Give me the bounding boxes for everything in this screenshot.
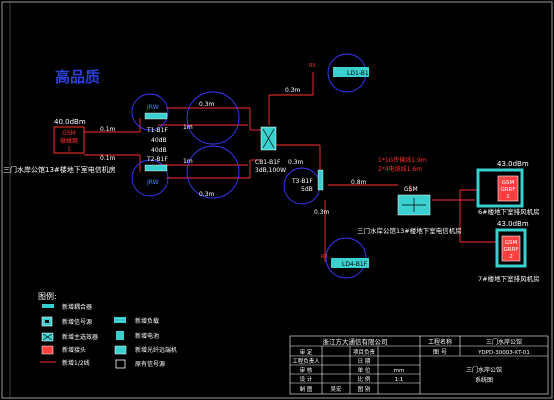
cable-top: 0.3m	[199, 101, 215, 108]
cable-a: 0.1m	[100, 126, 116, 133]
legend-item-combiner: 新增主选效器	[62, 333, 98, 341]
tb-r3c3: 单 位	[358, 366, 371, 374]
coupler-t1-db2: 40dB	[151, 147, 167, 154]
legend-coupler-icon	[42, 304, 54, 308]
splitter-t3	[317, 169, 324, 191]
combiner-cable-up: 0.3m	[285, 87, 301, 94]
coupler-t2-label: T2-B1F	[146, 156, 168, 163]
unit2-room: 7#楼地下室排风机房	[478, 274, 540, 283]
unit1-power: 43.0dBm	[497, 160, 529, 168]
legend-item-connector: 新增接头	[62, 346, 86, 354]
antenna-ld1-label: LD1-B1F	[347, 70, 373, 77]
combiner-sub: 3dB,100W	[255, 167, 286, 174]
tb-r5c2: 吴宏	[330, 385, 342, 393]
t3-label: T3-B1F	[291, 178, 313, 185]
repeater-label: GSM	[404, 186, 418, 193]
combiner-cable-down: 0.3m	[288, 159, 304, 166]
legend-pole-icon	[114, 345, 127, 355]
unit2-l3: 2	[509, 254, 513, 260]
coupler-t2	[144, 164, 168, 172]
unit2-power: 43.0dBm	[497, 220, 529, 228]
legend-item-existing: 原有信号源	[135, 360, 165, 368]
unit1-l1: GSM	[502, 180, 515, 186]
coupler-t1-label: T1-B1F	[146, 127, 168, 134]
t3-cable-right: 0.8m	[351, 179, 367, 186]
tb-r1c3: 项目负责	[353, 348, 376, 356]
unit2-l2: GRRF	[503, 247, 518, 253]
source-unit-3: 1	[67, 146, 71, 153]
unit2-l1: GSM	[505, 240, 518, 246]
legend-existing-icon	[115, 359, 126, 369]
right-unit-2: 43.0dBm GSM GRRF 2 7#楼地下室排风机房	[478, 220, 540, 283]
tb-r3c1: 审 核	[300, 366, 313, 374]
cable-bottom: 0.3m	[199, 191, 215, 198]
len-1m-b: 1m	[183, 158, 193, 165]
legend-title: 图例:	[38, 291, 57, 301]
tb-drawing-title-1: 三门水岸公馆	[466, 366, 502, 374]
t3-sub: 5dB	[301, 186, 313, 193]
tb-r4c3: 比 例	[358, 375, 371, 383]
legend-load-icon	[114, 317, 126, 323]
legend-item-load: 新增负载	[135, 317, 159, 325]
tb-r5c1: 制 图	[300, 385, 313, 393]
source-room-label: 三门水岸公馆13#楼地下室电信机房	[3, 165, 116, 174]
coupler-t1-db1: 40dB	[151, 137, 167, 144]
tb-drawing-no: YDPD-30003-XT-01	[477, 350, 530, 356]
legend-item-pole: 新增光纤远端机	[135, 346, 177, 354]
t3-cable-down: 0.3m	[314, 209, 330, 216]
legend-item-coupler: 新增耦合器	[62, 303, 92, 311]
legend: 图例: 新增耦合器 新增信号源 新增主选效器 新增接头 新增1/2线 新增负载 …	[38, 291, 177, 369]
page-title: 高品质	[55, 68, 100, 86]
repeater-room: 三门水岸公馆13#楼地下室电信机房	[357, 226, 462, 235]
tb-r5c3: 图 别	[358, 385, 371, 393]
tb-drawing-title-2: 系统图	[475, 376, 493, 384]
jrw-top: JRW	[146, 104, 159, 111]
source-unit-1: GSM	[62, 130, 76, 137]
source-power: 40.0dBm	[54, 118, 86, 126]
legend-item-cable: 新增1/2线	[62, 359, 90, 367]
unit1-l2: GRRF	[500, 187, 515, 193]
tb-project-label: 工程名称	[428, 338, 452, 346]
repeater-note-2: 2*4电缆线1.6m	[378, 165, 422, 173]
legend-item-battery: 新增电池	[135, 332, 159, 340]
right-unit-1: 43.0dBm GSM GRRF 1 6#楼地下室排风机房	[476, 160, 540, 216]
tb-company: 浙江方大通信有限公司	[323, 337, 388, 346]
tb-r4c1: 设 计	[300, 375, 313, 383]
jrw-bottom: JRW	[146, 179, 159, 186]
ld1-tag: RX	[309, 63, 316, 69]
coupler-t1	[144, 112, 168, 120]
legend-battery-icon	[116, 331, 124, 340]
tb-r3c4: mm	[394, 368, 405, 374]
repeater-note-1: 1*1G传输线1.9m	[378, 156, 427, 164]
legend-connector-icon	[41, 345, 54, 355]
source-unit-2: 微蜂窝	[60, 137, 78, 145]
len-1m-a: 1m	[183, 124, 193, 131]
tb-r2c3: 日 期	[358, 358, 371, 365]
tb-r2c1: 工程负责人	[292, 357, 320, 365]
cable-b: 0.1m	[100, 155, 116, 162]
unit1-room: 6#楼地下室排风机房	[478, 207, 540, 216]
system-diagram: 高品质 40.0dBm GSM 微蜂窝 1 三门水岸公馆13#楼地下室电信机房 …	[1, 1, 553, 399]
unit1-l3: 1	[506, 194, 510, 200]
tb-drawing-no-label: 图 号	[433, 349, 447, 356]
tb-r4c4: 1:1	[395, 377, 404, 383]
antenna-ld4-label: LD4-B1F	[342, 261, 368, 268]
combiner-label: CB1-B1F	[255, 159, 281, 166]
tb-project-value: 三门水岸公馆	[486, 338, 522, 346]
legend-item-source: 新增信号源	[62, 318, 92, 326]
tb-r1c1: 审 定	[300, 348, 313, 356]
